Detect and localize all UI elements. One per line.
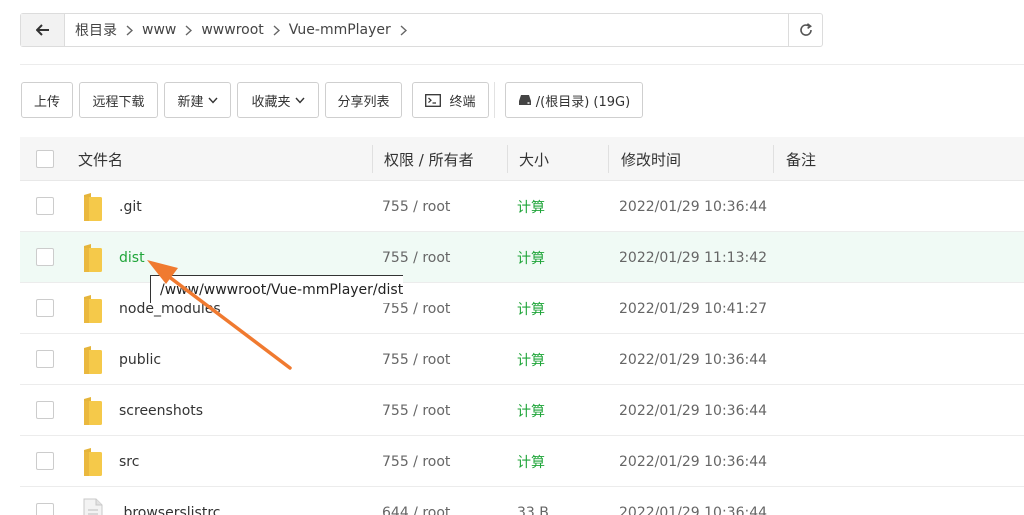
file-permission[interactable]: 755 / root xyxy=(382,181,450,232)
breadcrumb: 根目录 www wwwroot Vue-mmPlayer xyxy=(65,14,788,46)
calculate-size-link[interactable]: 计算 xyxy=(517,283,545,334)
upload-button[interactable]: 上传 xyxy=(21,82,73,118)
arrow-left-icon xyxy=(35,24,49,36)
table-header: 文件名 权限 / 所有者 大小 修改时间 备注 xyxy=(20,137,1024,181)
folder-icon xyxy=(84,193,102,221)
file-modified-time: 2022/01/29 10:36:44 xyxy=(619,351,768,368)
disk-label: /(根目录) (19G) xyxy=(535,94,631,110)
folder-icon xyxy=(84,295,102,323)
chevron-right-icon xyxy=(185,24,193,36)
crumb-root[interactable]: 根目录 xyxy=(71,20,121,40)
row-checkbox[interactable] xyxy=(36,197,54,215)
refresh-button[interactable] xyxy=(788,14,822,46)
chevron-right-icon xyxy=(273,24,280,36)
file-modified-time: 2022/01/29 10:36:44 xyxy=(619,402,768,419)
file-name[interactable]: .git xyxy=(119,181,142,232)
table-row[interactable]: public 755 / root 计算 2022/01/29 10:36:44 xyxy=(20,334,1024,385)
terminal-icon xyxy=(425,93,442,107)
chevron-right-icon xyxy=(400,24,407,36)
calculate-size-link[interactable]: 计算 xyxy=(517,181,545,232)
file-permission[interactable]: 755 / root xyxy=(382,334,450,385)
table-row[interactable]: src 755 / root 计算 2022/01/29 10:36:44 xyxy=(20,436,1024,487)
header-modified-time[interactable]: 修改时间 xyxy=(621,137,681,181)
calculate-size-link[interactable]: 计算 xyxy=(517,232,545,283)
file-permission[interactable]: 755 / root xyxy=(382,436,450,487)
new-label: 新建 xyxy=(177,94,204,110)
file-name[interactable]: dist xyxy=(119,232,145,283)
folder-icon xyxy=(84,244,102,272)
divider xyxy=(20,64,1024,65)
folder-icon xyxy=(84,397,102,425)
file-modified-time: 2022/01/29 10:41:27 xyxy=(619,300,768,317)
share-list-button[interactable]: 分享列表 xyxy=(325,82,402,118)
favorites-label: 收藏夹 xyxy=(251,94,291,110)
table-row[interactable]: .browserslistrc 644 / root 33 B 2022/01/… xyxy=(20,487,1024,515)
share-list-label: 分享列表 xyxy=(337,94,390,110)
favorites-dropdown-button[interactable]: 收藏夹 xyxy=(237,82,319,118)
upload-label: 上传 xyxy=(33,94,60,110)
file-name[interactable]: screenshots xyxy=(119,385,203,436)
crumb-vue-mmplayer[interactable]: Vue-mmPlayer xyxy=(285,22,395,38)
crumb-wwwroot[interactable]: wwwroot xyxy=(197,22,267,38)
row-checkbox[interactable] xyxy=(36,299,54,317)
path-bar: 根目录 www wwwroot Vue-mmPlayer xyxy=(20,13,823,47)
file-name[interactable]: .browserslistrc xyxy=(119,487,220,515)
header-size[interactable]: 大小 xyxy=(519,137,549,181)
terminal-label: 终端 xyxy=(449,94,476,110)
select-all-checkbox[interactable] xyxy=(36,150,54,168)
folder-icon xyxy=(84,448,102,476)
folder-icon xyxy=(84,346,102,374)
file-modified-time: 2022/01/29 10:36:44 xyxy=(619,504,768,515)
row-checkbox[interactable] xyxy=(36,503,54,515)
calculate-size-link[interactable]: 计算 xyxy=(517,385,545,436)
new-dropdown-button[interactable]: 新建 xyxy=(164,82,231,118)
row-checkbox[interactable] xyxy=(36,350,54,368)
column-separator xyxy=(773,145,774,173)
back-button[interactable] xyxy=(21,14,65,46)
table-row[interactable]: .git 755 / root 计算 2022/01/29 10:36:44 xyxy=(20,181,1024,232)
chevron-down-icon xyxy=(207,97,218,104)
refresh-icon xyxy=(799,23,812,36)
calculate-size-link[interactable]: 计算 xyxy=(517,436,545,487)
hard-drive-icon xyxy=(518,94,532,106)
column-separator xyxy=(372,145,373,173)
header-note[interactable]: 备注 xyxy=(786,137,816,181)
toolbar-divider xyxy=(494,82,495,118)
table-row[interactable]: screenshots 755 / root 计算 2022/01/29 10:… xyxy=(20,385,1024,436)
header-permission[interactable]: 权限 / 所有者 xyxy=(384,137,474,181)
file-permission[interactable]: 755 / root xyxy=(382,385,450,436)
row-checkbox[interactable] xyxy=(36,401,54,419)
chevron-down-icon xyxy=(294,97,305,104)
column-separator xyxy=(608,145,609,173)
crumb-www[interactable]: www xyxy=(138,22,180,38)
file-modified-time: 2022/01/29 10:36:44 xyxy=(619,198,768,215)
row-checkbox[interactable] xyxy=(36,248,54,266)
file-size: 33 B xyxy=(517,504,549,515)
column-separator xyxy=(507,145,508,173)
remote-download-button[interactable]: 远程下载 xyxy=(79,82,158,118)
file-modified-time: 2022/01/29 10:36:44 xyxy=(619,453,768,470)
calculate-size-link[interactable]: 计算 xyxy=(517,334,545,385)
file-name[interactable]: public xyxy=(119,334,161,385)
file-name[interactable]: src xyxy=(119,436,139,487)
remote-download-label: 远程下载 xyxy=(92,94,145,110)
file-icon xyxy=(83,498,103,515)
path-tooltip: /www/wwwroot/Vue-mmPlayer/dist xyxy=(150,275,403,303)
terminal-button[interactable]: 终端 xyxy=(412,82,489,118)
chevron-right-icon xyxy=(126,24,133,36)
disk-button[interactable]: /(根目录) (19G) xyxy=(505,82,643,118)
file-permission[interactable]: 644 / root xyxy=(382,487,450,515)
header-filename[interactable]: 文件名 xyxy=(78,137,123,181)
file-modified-time: 2022/01/29 11:13:42 xyxy=(619,249,768,266)
row-checkbox[interactable] xyxy=(36,452,54,470)
